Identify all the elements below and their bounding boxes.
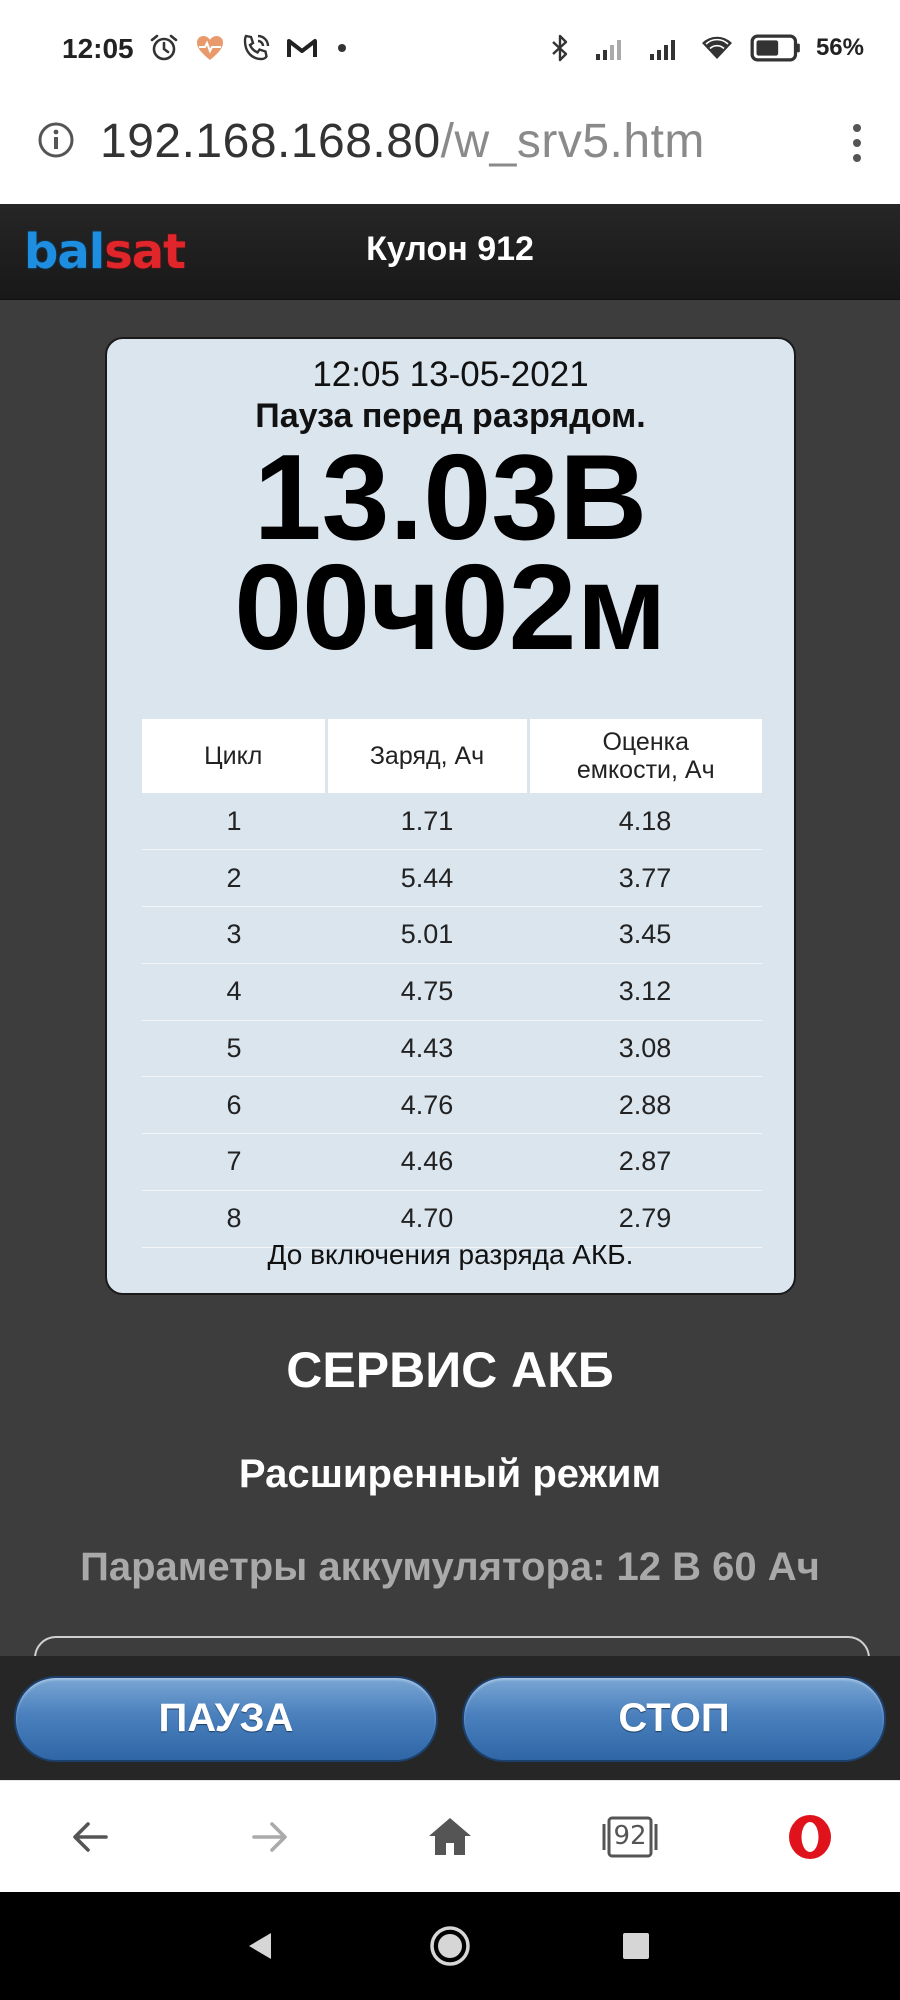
- opera-menu-button[interactable]: [780, 1807, 840, 1867]
- arrow-left-icon: [73, 1822, 108, 1852]
- cell-charge: 1.71: [326, 793, 528, 851]
- wifi-call-icon: [243, 34, 270, 61]
- cell-cycle: 1: [142, 793, 326, 851]
- column-header-cycle: Цикл: [142, 719, 328, 793]
- alarm-icon: [150, 34, 178, 61]
- home-icon: [429, 1818, 471, 1855]
- status-notification-icons: [148, 30, 346, 66]
- status-bar: 12:05 56%: [0, 0, 900, 96]
- current-datetime: 12:05 13-05-2021: [312, 355, 589, 394]
- cell-capacity: 4.18: [528, 793, 762, 851]
- system-navigation-bar: [0, 1892, 900, 2000]
- browser-tabs-button[interactable]: 92: [600, 1807, 660, 1867]
- action-button-bar: ПАУЗА СТОП: [0, 1656, 900, 1780]
- device-title: Кулон 912: [366, 230, 534, 268]
- browser-bottom-nav: 92: [0, 1780, 900, 1892]
- mode-label: Расширенный режим: [238, 1452, 662, 1496]
- url-text[interactable]: 192.168.168.80/w_srv5.htm: [100, 114, 705, 169]
- arrow-right-icon: [252, 1822, 287, 1852]
- cell-charge: 5.44: [326, 849, 528, 907]
- table-row: 1 1.71 4.18: [142, 793, 762, 851]
- battery-percent: 56%: [815, 34, 864, 61]
- table-row: 7 4.46 2.87: [142, 1133, 762, 1191]
- page-header: balsat Кулон 912: [0, 204, 900, 300]
- battery-params: Параметры аккумулятора: 12 В 60 Ач: [80, 1545, 820, 1589]
- square-recents-icon: [623, 1933, 649, 1959]
- table-row: 2 5.44 3.77: [142, 849, 762, 907]
- column-header-capacity: Оценка емкости, Ач: [528, 719, 762, 793]
- cell-capacity: 3.45: [528, 906, 762, 964]
- cell-charge: 5.01: [326, 906, 528, 964]
- cell-capacity: 2.87: [528, 1133, 762, 1191]
- triangle-back-icon: [249, 1933, 271, 1959]
- cell-cycle: 7: [142, 1133, 326, 1191]
- browser-forward-button[interactable]: [240, 1807, 300, 1867]
- cell-charge: 4.46: [326, 1133, 528, 1191]
- browser-back-button[interactable]: [60, 1807, 120, 1867]
- cell-capacity: 2.88: [528, 1076, 762, 1134]
- card-footnote: До включения разряда АКБ.: [267, 1239, 634, 1270]
- cell-cycle: 4: [142, 963, 326, 1021]
- status-time: 12:05: [62, 33, 134, 64]
- timer-readout: 00ч02м: [234, 539, 667, 675]
- bluetooth-icon: [552, 34, 568, 62]
- cell-capacity: 3.12: [528, 963, 762, 1021]
- browser-home-button[interactable]: [420, 1807, 480, 1867]
- signal-icon: [595, 40, 621, 60]
- wifi-icon: [701, 36, 732, 59]
- tabs-count: 92: [613, 1821, 647, 1851]
- status-card: 12:05 13-05-2021 Пауза перед разрядом. 1…: [105, 337, 796, 1295]
- table-row: 5 4.43 3.08: [142, 1020, 762, 1078]
- table-row: 3 5.01 3.45: [142, 906, 762, 964]
- signal-icon: [649, 40, 675, 60]
- pause-button[interactable]: ПАУЗА: [14, 1676, 438, 1762]
- section-title: СЕРВИС АКБ: [286, 1342, 614, 1398]
- cell-capacity: 3.08: [528, 1020, 762, 1078]
- cell-capacity: 3.77: [528, 849, 762, 907]
- more-notifications-dot-icon: [338, 44, 346, 52]
- table-header-row: Цикл Заряд, Ач Оценка емкости, Ач: [142, 719, 762, 793]
- page-body: 12:05 13-05-2021 Пауза перед разрядом. 1…: [0, 300, 900, 1676]
- cycles-table: Цикл Заряд, Ач Оценка емкости, Ач 1 1.71…: [142, 719, 762, 1248]
- url-path: /w_srv5.htm: [440, 115, 705, 168]
- gmail-m-icon: [287, 39, 317, 57]
- table-row: 6 4.76 2.88: [142, 1076, 762, 1134]
- cell-cycle: 5: [142, 1020, 326, 1078]
- system-back-button[interactable]: [230, 1916, 290, 1976]
- health-heart-icon: [197, 36, 223, 60]
- cell-cycle: 3: [142, 906, 326, 964]
- cell-charge: 4.43: [326, 1020, 528, 1078]
- system-home-button[interactable]: [420, 1916, 480, 1976]
- column-header-capacity-label: Оценка емкости, Ач: [576, 728, 715, 784]
- browser-menu-icon[interactable]: [842, 118, 872, 168]
- opera-logo-icon: [789, 1815, 831, 1859]
- column-header-charge: Заряд, Ач: [326, 719, 530, 793]
- cell-charge: 4.75: [326, 963, 528, 1021]
- browser-address-bar[interactable]: 192.168.168.80/w_srv5.htm: [0, 96, 900, 204]
- table-row: 4 4.75 3.12: [142, 963, 762, 1021]
- circle-home-icon: [430, 1926, 470, 1966]
- url-host: 192.168.168.80: [100, 115, 441, 168]
- site-info-icon[interactable]: [36, 120, 76, 160]
- cell-cycle: 6: [142, 1076, 326, 1134]
- system-recents-button[interactable]: [606, 1916, 666, 1976]
- battery-icon: [750, 34, 800, 62]
- status-system-icons: 56%: [544, 30, 864, 66]
- stop-button[interactable]: СТОП: [462, 1676, 886, 1762]
- cell-charge: 4.76: [326, 1076, 528, 1134]
- cell-cycle: 2: [142, 849, 326, 907]
